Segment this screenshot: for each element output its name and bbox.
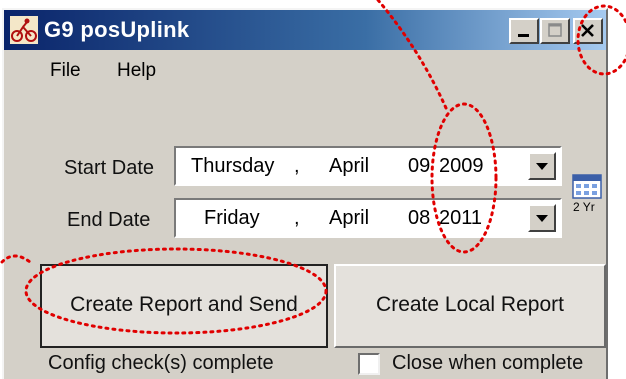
start-date-dropdown[interactable] [528,152,556,180]
create-report-and-send-button[interactable]: Create Report and Send [40,264,328,348]
close-icon [581,24,594,37]
close-when-complete-checkbox[interactable] [358,353,380,375]
menu-bar: File Help [4,50,606,90]
start-day[interactable]: 09 [408,155,430,178]
start-month[interactable]: April [329,155,369,178]
end-weekday[interactable]: Friday [204,207,260,230]
menu-file[interactable]: File [50,60,81,82]
minimize-icon [518,34,529,37]
start-date-picker[interactable]: Thursday , April 09 2009 [174,146,562,186]
end-date-label: End Date [67,209,151,231]
start-separator: , [294,155,300,177]
start-date-label: Start Date [64,157,155,179]
chevron-down-icon [536,163,548,170]
start-weekday[interactable]: Thursday [191,155,274,178]
maximize-button[interactable] [540,18,570,44]
close-button[interactable] [573,18,603,44]
calendar-icon[interactable] [572,173,602,199]
end-year[interactable]: 2011 [439,207,482,230]
end-date-picker[interactable]: Friday , April 08 2011 [174,198,562,238]
title-bar[interactable]: G9 posUplink [4,10,606,50]
status-text: Config check(s) complete [48,352,274,374]
close-when-complete-label[interactable]: Close when complete [392,352,583,375]
chevron-down-icon [536,215,548,222]
cyclist-icon [10,16,38,44]
two-year-shortcut[interactable]: 2 Yr [573,200,595,214]
create-local-report-button[interactable]: Create Local Report [334,264,606,348]
maximize-icon [548,23,562,37]
window-title: G9 posUplink [44,17,190,42]
end-date-dropdown[interactable] [528,204,556,232]
minimize-button[interactable] [509,18,539,44]
start-year[interactable]: 2009 [439,155,484,178]
app-window: G9 posUplink File Help Start Date Thursd… [2,8,608,379]
end-separator: , [294,207,300,229]
end-month[interactable]: April [329,207,369,230]
menu-help[interactable]: Help [117,60,156,82]
end-day[interactable]: 08 [408,207,430,230]
